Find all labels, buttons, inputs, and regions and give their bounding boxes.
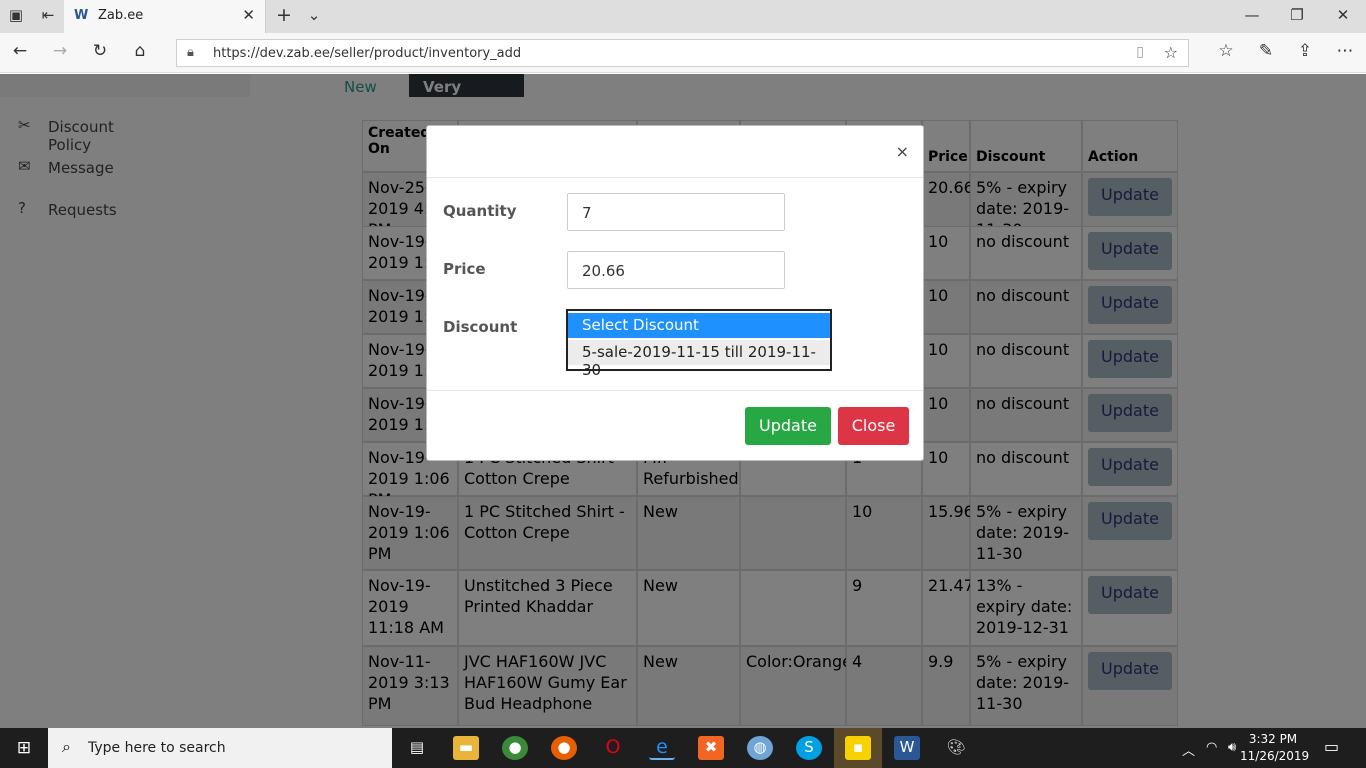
windows-start-icon[interactable]: ⊞: [11, 736, 37, 760]
favorites-hub-icon[interactable]: ☆: [1214, 41, 1238, 61]
browser-tab[interactable]: W Zab.ee ✕: [64, 0, 266, 33]
tab-title: Zab.ee: [98, 8, 144, 23]
update-button[interactable]: Update: [745, 407, 831, 445]
forward-icon[interactable]: →: [48, 41, 72, 61]
reading-view-icon[interactable]: ▯: [1136, 44, 1144, 60]
browser-tab-bar: ▣ ⇤ W Zab.ee ✕ + ⌄ — ❐ ✕: [0, 0, 1366, 33]
address-toolbar: ← → ↻ ⌂ 🔒︎ https://dev.zab.ee/seller/pro…: [0, 33, 1366, 73]
refresh-icon[interactable]: ↻: [88, 41, 112, 61]
wifi-icon[interactable]: ◠: [1206, 740, 1217, 755]
action-center-icon[interactable]: ▭: [1324, 737, 1339, 756]
tab-list-chevron-icon[interactable]: ⌄: [304, 6, 324, 24]
windows-taskbar: ⊞ ⌕ Type here to search ▤ ▬ ● ● O e ✖ ◍ …: [0, 728, 1366, 768]
modal-header: ×: [427, 126, 923, 178]
opera-icon[interactable]: O: [600, 736, 626, 760]
discount-option-select[interactable]: Select Discount: [568, 313, 830, 338]
taskbar-search[interactable]: ⌕ Type here to search: [48, 728, 392, 768]
url-text: https://dev.zab.ee/seller/product/invent…: [213, 46, 522, 61]
url-field[interactable]: 🔒︎ https://dev.zab.ee/seller/product/inv…: [176, 39, 1189, 67]
restore-icon[interactable]: ❐: [1287, 6, 1307, 24]
modal-footer-divider: [427, 390, 923, 391]
favorite-star-icon[interactable]: ☆: [1164, 43, 1178, 62]
chrome-icon[interactable]: ●: [502, 736, 528, 760]
sticky-notes-icon[interactable]: ▪: [845, 736, 871, 760]
close-tab-icon[interactable]: ✕: [242, 6, 255, 24]
skype-icon[interactable]: S: [796, 736, 822, 760]
lock-icon: 🔒︎: [187, 45, 194, 60]
tab-actions-icon[interactable]: ▣: [6, 6, 26, 24]
new-tab-icon[interactable]: +: [274, 4, 294, 26]
taskbar-clock[interactable]: 3:32 PM 11/26/2019: [1240, 731, 1310, 765]
price-input[interactable]: 20.66: [567, 251, 785, 289]
discount-option-sale[interactable]: 5-sale-2019-11-15 till 2019-11-30: [568, 340, 830, 379]
quantity-input[interactable]: 7: [567, 193, 785, 231]
search-icon: ⌕: [62, 737, 71, 756]
window-close-icon[interactable]: ✕: [1333, 6, 1353, 24]
set-aside-tabs-icon[interactable]: ⇤: [38, 6, 58, 24]
xampp-icon[interactable]: ✖: [698, 736, 724, 760]
more-icon[interactable]: ⋯: [1333, 41, 1357, 61]
word-icon[interactable]: W: [894, 736, 920, 760]
back-icon[interactable]: ←: [8, 41, 32, 61]
discount-select-dropdown[interactable]: Select Discount 5-sale-2019-11-15 till 2…: [566, 309, 832, 379]
home-icon[interactable]: ⌂: [128, 41, 152, 61]
discount-label: Discount: [443, 318, 518, 336]
quantity-label: Quantity: [443, 202, 517, 220]
update-inventory-modal: × Quantity 7 Price 20.66 Discount Update…: [426, 125, 924, 461]
price-label: Price: [443, 260, 486, 278]
pen-icon[interactable]: ✎: [1254, 41, 1278, 61]
tray-chevron-icon[interactable]: ︿: [1182, 740, 1195, 759]
clock-time: 3:32 PM: [1248, 732, 1298, 746]
task-view-icon[interactable]: ▤: [404, 736, 430, 760]
site-favicon-icon: W: [74, 8, 89, 23]
modal-close-icon[interactable]: ×: [896, 142, 909, 161]
minimize-icon[interactable]: —: [1242, 6, 1262, 24]
firefox-icon[interactable]: ●: [551, 736, 577, 760]
edge-icon[interactable]: e: [649, 736, 675, 760]
network-tool-icon[interactable]: ◍: [747, 736, 773, 760]
paint-icon[interactable]: 🎨︎: [943, 736, 969, 760]
clock-date: 11/26/2019: [1240, 749, 1310, 763]
file-explorer-icon[interactable]: ▬: [453, 736, 479, 760]
volume-icon[interactable]: 🔊︎: [1228, 740, 1236, 755]
close-button[interactable]: Close: [838, 407, 909, 445]
search-placeholder: Type here to search: [88, 740, 226, 756]
share-icon[interactable]: ⇪: [1293, 41, 1317, 61]
